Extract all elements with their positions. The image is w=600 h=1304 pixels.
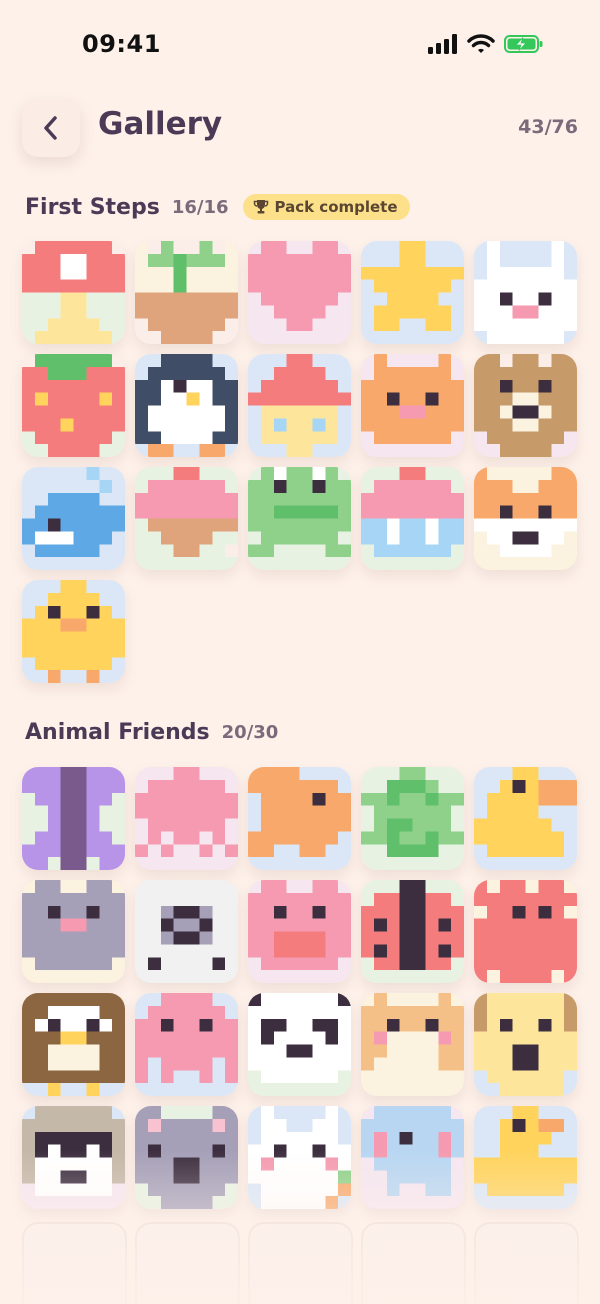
artwork-tile-penguin[interactable]	[135, 354, 238, 457]
artwork-tile-fish[interactable]	[248, 767, 351, 870]
dog-pixel-art	[474, 993, 577, 1096]
star-pixel-art	[361, 241, 464, 344]
artwork-tile-owl[interactable]	[22, 993, 125, 1096]
section-count: 16/16	[171, 196, 229, 218]
progress-counter: 43/76	[518, 116, 578, 138]
frog-pixel-art	[248, 467, 351, 570]
page-title: Gallery	[98, 106, 223, 142]
ladybug-pixel-art	[361, 880, 464, 983]
wifi-icon	[467, 34, 495, 53]
crab-pixel-art	[474, 880, 577, 983]
status-bar: 09:41	[0, 0, 600, 90]
artwork-tile-mushroom[interactable]	[22, 241, 125, 344]
status-time: 09:41	[82, 30, 161, 58]
hamster-pixel-art	[361, 993, 464, 1096]
artwork-tile-bear[interactable]	[474, 354, 577, 457]
ice-cream-pixel-art	[135, 467, 238, 570]
artwork-tile-dog[interactable]	[474, 993, 577, 1096]
section-header-animal-friends: Animal Friends 20/30	[25, 720, 278, 745]
artwork-tile-fox[interactable]	[474, 467, 577, 570]
artwork-tile-cupcake[interactable]	[361, 467, 464, 570]
badge-label: Pack complete	[274, 198, 398, 216]
cupcake-pixel-art	[361, 467, 464, 570]
octopus-pixel-art	[135, 993, 238, 1096]
artwork-tile-chick[interactable]	[22, 580, 125, 683]
artwork-tile-panda[interactable]	[248, 993, 351, 1096]
back-button[interactable]	[22, 99, 80, 157]
penguin-pixel-art	[135, 354, 238, 457]
artwork-tile-whale[interactable]	[22, 467, 125, 570]
mushroom-pixel-art	[22, 241, 125, 344]
butterfly-pixel-art	[22, 767, 125, 870]
artwork-tile-turtle[interactable]	[361, 767, 464, 870]
signal-icon	[428, 34, 457, 54]
artwork-tile-bunny[interactable]	[474, 241, 577, 344]
section-header-first-steps: First Steps 16/16 Pack complete	[25, 194, 410, 220]
pig-pixel-art	[248, 880, 351, 983]
mouse-pixel-art	[22, 880, 125, 983]
sheep-pixel-art	[135, 880, 238, 983]
turtle-pixel-art	[361, 767, 464, 870]
section-title: Animal Friends	[25, 720, 210, 745]
pack-complete-badge: Pack complete	[242, 194, 410, 220]
header: Gallery 43/76	[0, 96, 600, 160]
gnome-pixel-art	[248, 354, 351, 457]
artwork-tile-strawberry[interactable]	[22, 354, 125, 457]
artwork-tile-ladybug[interactable]	[361, 880, 464, 983]
bunny-pixel-art	[474, 241, 577, 344]
artwork-tile-butterfly[interactable]	[22, 767, 125, 870]
artwork-tile-ice-cream[interactable]	[135, 467, 238, 570]
strawberry-pixel-art	[22, 354, 125, 457]
artwork-tile-pig[interactable]	[248, 880, 351, 983]
artwork-tile-hamster[interactable]	[361, 993, 464, 1096]
artwork-tile-toucan[interactable]	[474, 767, 577, 870]
artwork-tile-frog[interactable]	[248, 467, 351, 570]
artwork-tile-jellyfish[interactable]	[135, 767, 238, 870]
trophy-icon	[253, 200, 268, 214]
chevron-left-icon	[44, 116, 57, 140]
artwork-tile-star[interactable]	[361, 241, 464, 344]
artwork-tile-octopus[interactable]	[135, 993, 238, 1096]
panda-pixel-art	[248, 993, 351, 1096]
heart-pixel-art	[248, 241, 351, 344]
cat-pixel-art	[361, 354, 464, 457]
jellyfish-pixel-art	[135, 767, 238, 870]
section-count: 20/30	[221, 722, 279, 743]
whale-pixel-art	[22, 467, 125, 570]
artwork-tile-crab[interactable]	[474, 880, 577, 983]
artwork-tile-sprout-pot[interactable]	[135, 241, 238, 344]
artwork-tile-mouse[interactable]	[22, 880, 125, 983]
fish-pixel-art	[248, 767, 351, 870]
chick-pixel-art	[22, 580, 125, 683]
sprout-pot-pixel-art	[135, 241, 238, 344]
owl-pixel-art	[22, 993, 125, 1096]
fox-pixel-art	[474, 467, 577, 570]
artwork-tile-sheep[interactable]	[135, 880, 238, 983]
artwork-tile-cat[interactable]	[361, 354, 464, 457]
battery-charging-icon	[504, 35, 543, 53]
section-title: First Steps	[25, 194, 160, 220]
bear-pixel-art	[474, 354, 577, 457]
artwork-tile-gnome[interactable]	[248, 354, 351, 457]
toucan-pixel-art	[474, 767, 577, 870]
artwork-tile-heart[interactable]	[248, 241, 351, 344]
